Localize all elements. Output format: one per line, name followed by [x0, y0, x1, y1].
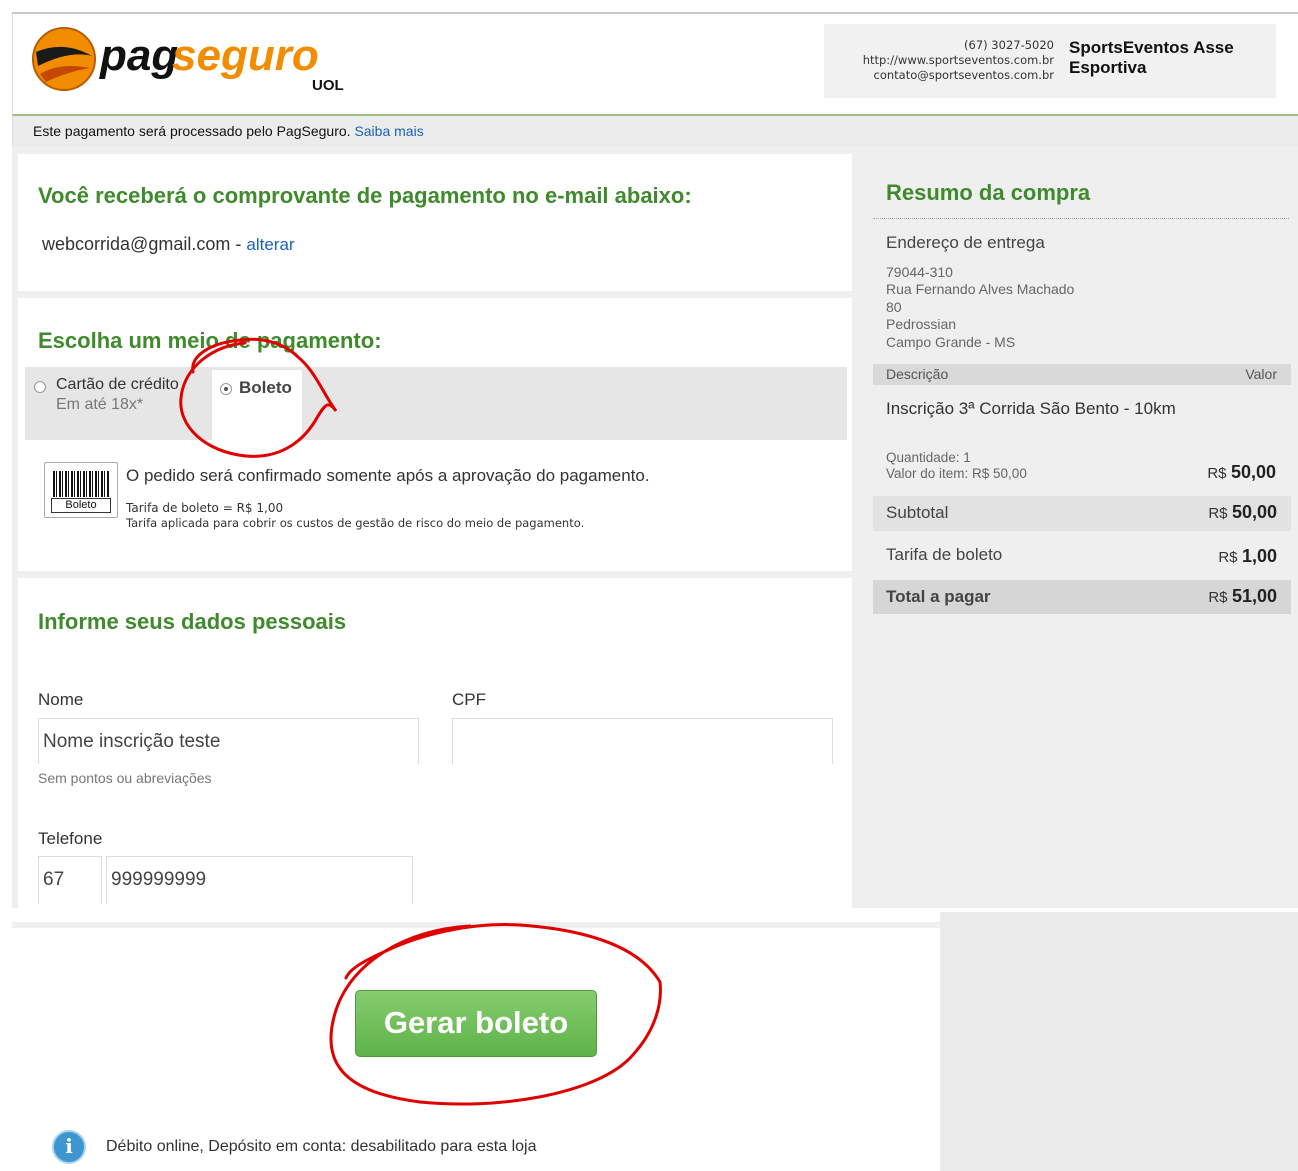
- subtotal-label: Subtotal: [886, 503, 949, 522]
- cartao-radio[interactable]: [34, 381, 46, 393]
- summary-table-header: Descrição Valor: [873, 364, 1291, 385]
- item-total: R$ 50,00: [1207, 462, 1276, 483]
- summary-title: Resumo da compra: [886, 180, 1091, 205]
- boleto-fee: Tarifa de boleto = R$ 1,00: [126, 501, 284, 515]
- col-descricao: Descrição: [886, 366, 949, 382]
- saiba-mais-link[interactable]: Saiba mais: [354, 123, 423, 139]
- fee-label: Tarifa de boleto: [886, 545, 1003, 564]
- boleto-label: Boleto: [239, 378, 292, 397]
- address-line: Pedrossian: [886, 316, 957, 332]
- barcode-icon-label: Boleto: [51, 498, 111, 513]
- store-email[interactable]: contato@sportseventos.com.br: [874, 69, 1055, 81]
- store-name: SportsEventos Asse Esportiva: [1069, 38, 1234, 77]
- phone-number-input[interactable]: 999999999: [106, 856, 413, 904]
- store-info-box: (67) 3027-5020 http://www.sportseventos.…: [824, 24, 1276, 98]
- address-line: 79044-310: [886, 264, 953, 280]
- fee-row: Tarifa de boleto R$ 1,00: [873, 538, 1291, 573]
- actions-top-strip: [12, 922, 940, 928]
- total-value: 51,00: [1231, 586, 1277, 606]
- fee-amount: R$ 1,00: [1218, 546, 1277, 567]
- boleto-fee-note: Tarifa aplicada para cobrir os custos de…: [126, 516, 585, 530]
- nome-label: Nome: [38, 690, 84, 709]
- address-heading: Endereço de entrega: [886, 233, 1045, 252]
- item-quantity: Quantidade: 1: [886, 450, 971, 465]
- item-total-value: 50,00: [1230, 462, 1276, 482]
- payment-section-heading: Escolha um meio de pagamento:: [38, 328, 382, 353]
- info-text: Débito online, Depósito em conta: desabi…: [106, 1138, 537, 1155]
- fee-value: 1,00: [1241, 546, 1277, 566]
- info-icon: i: [52, 1130, 86, 1164]
- tab-cartao-credito[interactable]: Cartão de crédito Em até 18x*: [34, 376, 204, 426]
- subtotal-value: 50,00: [1231, 502, 1277, 522]
- boleto-message: O pedido será confirmado somente após a …: [126, 466, 650, 485]
- notice-text-wrap: Este pagamento será processado pelo PagS…: [33, 123, 424, 139]
- nome-hint: Sem pontos ou abreviações: [38, 770, 212, 786]
- email-panel: [18, 154, 852, 291]
- store-phone: (67) 3027-5020: [964, 38, 1054, 52]
- address-line: 80: [886, 299, 902, 315]
- telefone-label: Telefone: [38, 829, 103, 848]
- barcode-icon: Boleto: [44, 462, 118, 518]
- cartao-sublabel: Em até 18x*: [56, 396, 144, 413]
- boleto-radio[interactable]: [220, 383, 232, 395]
- subtotal-currency: R$: [1208, 505, 1228, 522]
- summary-divider: [873, 218, 1289, 219]
- address-line: Campo Grande - MS: [886, 334, 1016, 350]
- col-valor: Valor: [1245, 366, 1277, 382]
- fee-currency: R$: [1218, 549, 1238, 566]
- total-label: Total a pagar: [886, 587, 991, 606]
- store-url[interactable]: http://www.sportseventos.com.br: [863, 54, 1054, 66]
- item-name: Inscrição 3ª Corrida São Bento - 10km: [886, 399, 1176, 418]
- notice-text: Este pagamento será processado pelo PagS…: [33, 123, 351, 139]
- personal-section-heading: Informe seus dados pessoais: [38, 609, 347, 634]
- email-section-heading: Você receberá o comprovante de pagamento…: [38, 183, 692, 208]
- subtotal-row: Subtotal R$ 50,00: [873, 496, 1291, 531]
- email-line: webcorrida@gmail.com - alterar: [42, 234, 295, 255]
- cpf-input[interactable]: [452, 718, 833, 764]
- subtotal-amount: R$ 50,00: [1208, 502, 1277, 523]
- pagseguro-logo: pag seguro UOL: [30, 22, 370, 96]
- tab-boleto[interactable]: Boleto: [212, 370, 302, 440]
- bottom-right-filler: [940, 912, 1298, 1171]
- logo-text-uol: UOL: [312, 77, 344, 94]
- cartao-label: Cartão de crédito: [56, 376, 179, 393]
- barcode-bars: [53, 471, 109, 497]
- phone-ddd-input[interactable]: 67: [38, 856, 102, 904]
- logo-text-seguro: seguro: [172, 31, 319, 80]
- gerar-boleto-button[interactable]: Gerar boleto: [355, 990, 597, 1057]
- alterar-email-link[interactable]: alterar: [246, 235, 294, 254]
- email-value: webcorrida@gmail.com: [42, 234, 231, 254]
- cpf-label: CPF: [452, 690, 486, 709]
- total-currency: R$: [1208, 589, 1228, 606]
- total-row: Total a pagar R$ 51,00: [873, 580, 1291, 614]
- item-unit-value: Valor do item: R$ 50,00: [886, 466, 1027, 481]
- total-amount: R$ 51,00: [1208, 586, 1277, 607]
- item-currency: R$: [1207, 465, 1227, 482]
- email-separator: -: [235, 234, 242, 254]
- address-line: Rua Fernando Alves Machado: [886, 281, 1075, 297]
- notice-bar: Este pagamento será processado pelo PagS…: [12, 114, 1298, 146]
- nome-input[interactable]: Nome inscrição teste: [38, 718, 419, 764]
- logo-text-pag: pag: [99, 31, 178, 80]
- pagseguro-logo-graphic: pag seguro UOL: [32, 27, 344, 94]
